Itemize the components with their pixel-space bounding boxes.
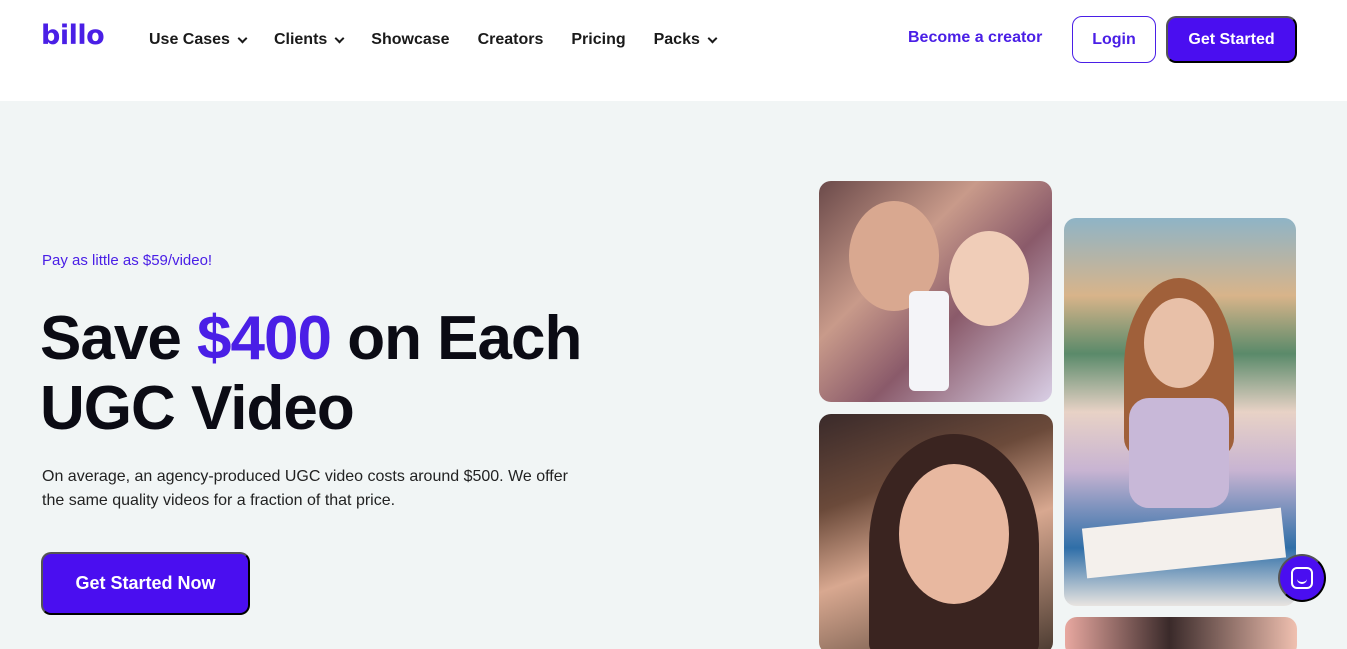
nav-item-use-cases[interactable]: Use Cases — [149, 29, 248, 51]
nav-item-creators[interactable]: Creators — [478, 29, 544, 51]
nav-item-packs[interactable]: Packs — [653, 29, 718, 51]
chevron-down-icon — [237, 33, 248, 43]
book-shape — [1081, 507, 1287, 579]
photo-mother-baby-product — [819, 181, 1052, 402]
face-shape — [949, 231, 1029, 326]
top-navbar: billo Use Cases Clients Showcase Creator… — [0, 0, 1347, 101]
get-started-button[interactable]: Get Started — [1166, 16, 1297, 63]
become-creator-link[interactable]: Become a creator — [908, 29, 1042, 47]
photo-woman-selfie — [819, 414, 1053, 649]
face-shape — [1144, 298, 1214, 388]
nav-item-label: Use Cases — [149, 31, 230, 48]
headline-part1: Save — [40, 304, 198, 373]
face-shape — [899, 464, 1009, 604]
nav-item-label: Packs — [653, 31, 700, 48]
chevron-down-icon — [707, 33, 718, 43]
photo-partial-bottom — [1065, 617, 1297, 649]
nav-item-label: Pricing — [571, 31, 626, 48]
product-bottle — [909, 291, 949, 391]
photo-woman-reading-book — [1064, 218, 1296, 606]
nav-item-showcase[interactable]: Showcase — [371, 29, 449, 51]
hero-description: On average, an agency-produced UGC video… — [42, 468, 568, 509]
hero-eyebrow: Pay as little as $59/video! — [42, 252, 213, 269]
chevron-down-icon — [334, 33, 345, 43]
chat-icon — [1291, 567, 1313, 589]
billo-logo[interactable]: billo — [41, 20, 105, 51]
nav-item-pricing[interactable]: Pricing — [571, 29, 625, 51]
login-button[interactable]: Login — [1072, 16, 1156, 63]
nav-item-label: Creators — [477, 31, 544, 48]
get-started-now-button[interactable]: Get Started Now — [41, 552, 250, 615]
nav-item-label: Showcase — [371, 31, 450, 48]
main-nav: Use Cases Clients Showcase Creators Pric… — [149, 29, 744, 51]
hero-headline: Save $400 on Each UGC Video — [40, 304, 660, 444]
headline-accent-price: $400 — [197, 304, 332, 373]
chat-launcher-button[interactable] — [1278, 554, 1326, 602]
clothing-shape — [1129, 398, 1229, 508]
nav-item-clients[interactable]: Clients — [273, 29, 345, 51]
nav-item-label: Clients — [273, 31, 328, 48]
